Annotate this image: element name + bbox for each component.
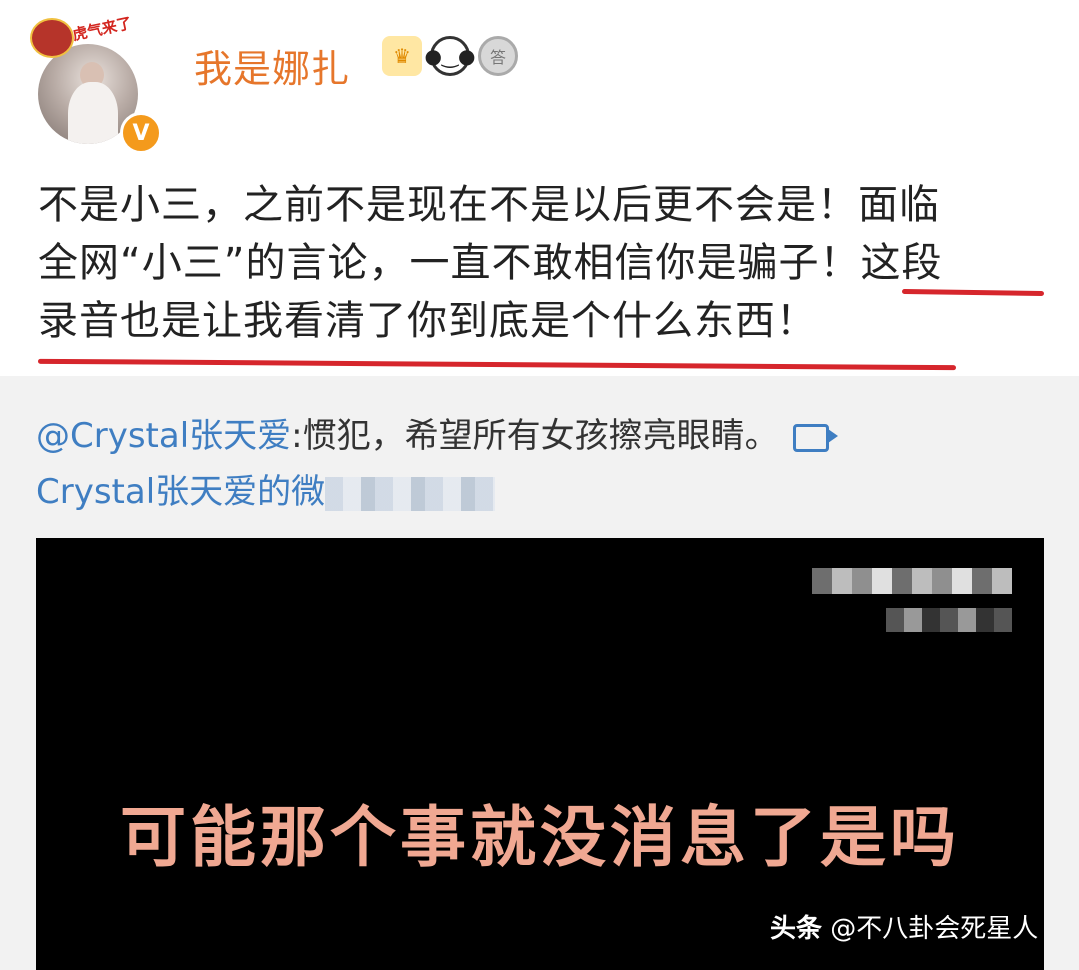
crown-icon[interactable]: ♛ [382,36,422,76]
repost-text: @Crystal张天爱:惯犯，希望所有女孩擦亮眼睛。 Crystal张天爱的微 [36,408,829,520]
weibo-post: 虎气来了 V 我是娜扎 ♛ ●‿● 答 不是小三，之前不是现在不是以后更不会是！… [0,0,1079,376]
video-link[interactable]: Crystal张天爱的微 [36,472,325,512]
panda-icon[interactable]: ●‿● [425,36,476,76]
video-player[interactable]: 可能那个事就没消息了是吗 [36,538,1044,970]
tiger-icon [30,18,74,58]
video-caption: 可能那个事就没消息了是吗 [120,799,960,876]
watermark-account: @不八卦会死星人 [830,914,1039,944]
post-line: 不是小三，之前不是现在不是以后更不会是！面临 [38,182,940,228]
medal-icon[interactable]: 答 [478,36,518,76]
avatar-pendant: 虎气来了 [30,14,133,58]
reposted-content[interactable]: @Crystal张天爱:惯犯，希望所有女孩擦亮眼睛。 Crystal张天爱的微 … [0,376,1079,970]
author-name[interactable]: 我是娜扎 [194,38,350,93]
watermark-brand: 头条 [770,914,823,944]
blurred-text [325,476,496,511]
mosaic-blur [886,608,1012,632]
mosaic-blur [812,568,1012,594]
repost-message: :惯犯，希望所有女孩擦亮眼睛。 [291,416,779,456]
verified-icon: V [120,112,162,154]
post-text: 不是小三，之前不是现在不是以后更不会是！面临 全网“小三”的言论，一直不敢相信你… [38,176,1038,350]
red-underline [37,358,957,371]
pendant-text: 虎气来了 [70,13,134,45]
post-line: 全网“小三”的言论，一直不敢相信你是骗子！这段 [38,240,943,286]
post-line: 录音也是让我看清了你到底是个什么东西！ [38,298,817,344]
avatar[interactable]: 虎气来了 V [30,14,162,154]
badge-row: ♛ ●‿● 答 [382,36,518,76]
video-icon[interactable] [792,423,829,452]
watermark: 头条 @不八卦会死星人 [770,908,1038,945]
mention-link[interactable]: @Crystal张天爱 [36,416,291,456]
